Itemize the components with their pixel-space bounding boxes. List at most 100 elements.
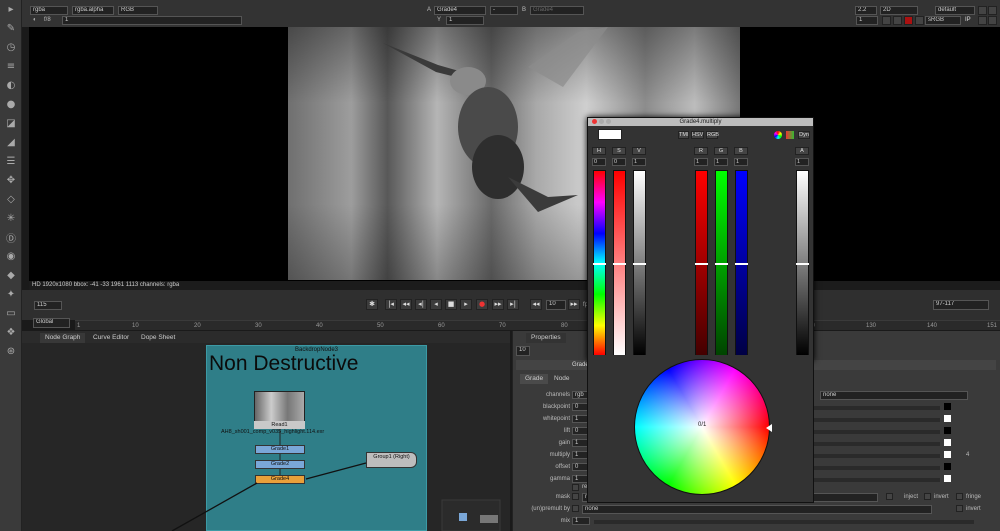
- value-slider[interactable]: [633, 170, 646, 356]
- r-chip[interactable]: R: [694, 147, 708, 155]
- other-icon[interactable]: ▭: [0, 304, 22, 323]
- v-value[interactable]: 1: [632, 158, 646, 166]
- step-back-icon[interactable]: ◂|: [415, 299, 427, 310]
- lut-srgb-dropdown[interactable]: sRGB: [925, 16, 961, 25]
- play-back-icon[interactable]: ◂: [430, 299, 442, 310]
- global-dropdown[interactable]: Global: [33, 318, 70, 328]
- v-chip[interactable]: V: [632, 147, 646, 155]
- layers-icon[interactable]: ☰: [0, 152, 22, 171]
- merge-icon[interactable]: ◐: [0, 76, 22, 95]
- r-value[interactable]: 1: [694, 158, 708, 166]
- record-icon[interactable]: [904, 16, 913, 25]
- wheel-toggle-icon[interactable]: [774, 131, 782, 139]
- mode-tmi[interactable]: TMI: [678, 131, 689, 139]
- wheel-marker-icon[interactable]: [766, 424, 772, 432]
- first-frame-icon[interactable]: |◂: [385, 299, 397, 310]
- invert-checkbox[interactable]: [924, 493, 931, 500]
- particles-icon[interactable]: ✳: [0, 209, 22, 228]
- tab-dope-sheet[interactable]: Dope Sheet: [136, 333, 180, 343]
- pointer-icon[interactable]: ▸: [0, 0, 22, 19]
- settings-icon[interactable]: ✱: [366, 299, 378, 310]
- a-value[interactable]: 1: [795, 158, 809, 166]
- red-slider[interactable]: [695, 170, 708, 356]
- range-field[interactable]: 97-117: [933, 300, 989, 310]
- channels-value[interactable]: rgb: [572, 391, 588, 399]
- gain-field[interactable]: 1: [62, 16, 242, 25]
- prev-keyframe-icon[interactable]: ◂◂: [400, 299, 412, 310]
- clock-icon[interactable]: ◷: [0, 38, 22, 57]
- play-icon[interactable]: ▸: [460, 299, 472, 310]
- reverse-checkbox[interactable]: [572, 484, 579, 491]
- next-keyframe-icon[interactable]: ▸▸: [492, 299, 504, 310]
- frame-field[interactable]: 115: [34, 301, 62, 310]
- metadata-icon[interactable]: ◆: [0, 266, 22, 285]
- gamma-field[interactable]: 1: [446, 16, 484, 25]
- s-chip[interactable]: S: [612, 147, 626, 155]
- gamma-readout-field[interactable]: 2.2: [855, 6, 877, 15]
- timeline-ruler[interactable]: 1 10 20 30 40 50 60 70 80 90 100 110 120…: [75, 320, 1000, 330]
- tab-grade[interactable]: Grade: [520, 374, 549, 384]
- paint-icon[interactable]: ✎: [0, 19, 22, 38]
- invert2-checkbox[interactable]: [956, 505, 963, 512]
- gamma-swatch[interactable]: [944, 475, 951, 482]
- input-b-dropdown[interactable]: Grade4: [530, 6, 584, 15]
- offset-swatch[interactable]: [944, 463, 951, 470]
- channel-set-dropdown[interactable]: rgba: [30, 6, 68, 15]
- filter-icon[interactable]: ◪: [0, 114, 22, 133]
- fringe-checkbox[interactable]: [956, 493, 963, 500]
- tab-properties[interactable]: Properties: [526, 333, 566, 343]
- blue-slider[interactable]: [735, 170, 748, 356]
- gain-swatch[interactable]: [944, 439, 951, 446]
- multiply-swatch[interactable]: [944, 451, 951, 458]
- ip-toggle[interactable]: IP: [965, 17, 971, 23]
- g-chip[interactable]: G: [714, 147, 728, 155]
- h-value[interactable]: 0: [592, 158, 606, 166]
- s-value[interactable]: 0: [612, 158, 626, 166]
- nuke-icon[interactable]: ⊛: [0, 342, 22, 361]
- furnace-icon[interactable]: ❖: [0, 323, 22, 342]
- color-icon[interactable]: ●: [0, 95, 22, 114]
- jump-back-icon[interactable]: ◂◂: [530, 299, 542, 310]
- green-slider[interactable]: [715, 170, 728, 356]
- camera-icon[interactable]: [988, 6, 997, 15]
- toolsets-icon[interactable]: ✦: [0, 285, 22, 304]
- unpremult-dropdown[interactable]: none: [582, 505, 932, 514]
- deep-icon[interactable]: Ⓓ: [0, 228, 22, 247]
- tab-curve-editor[interactable]: Curve Editor: [88, 333, 134, 343]
- inject-checkbox[interactable]: [886, 493, 893, 500]
- view-mode-dropdown[interactable]: 2D: [880, 6, 918, 15]
- clip-icon[interactable]: [893, 16, 902, 25]
- lut-default-dropdown[interactable]: default: [935, 6, 975, 15]
- unpremult-checkbox[interactable]: [572, 505, 579, 512]
- wipe-icon[interactable]: [978, 16, 987, 25]
- list-icon[interactable]: ≡: [0, 57, 22, 76]
- increment-field[interactable]: 10: [546, 300, 566, 310]
- views-icon[interactable]: ◉: [0, 247, 22, 266]
- b-chip[interactable]: B: [734, 147, 748, 155]
- record-button-icon[interactable]: ●: [476, 299, 488, 310]
- mix-value[interactable]: 1: [572, 517, 590, 525]
- jump-forward-icon[interactable]: ▸▸: [568, 299, 580, 310]
- saturation-slider[interactable]: [613, 170, 626, 356]
- alpha-channel-dropdown[interactable]: rgba.alpha: [72, 6, 114, 15]
- input-a-dropdown[interactable]: Grade4: [434, 6, 486, 15]
- transform-icon[interactable]: ✥: [0, 171, 22, 190]
- last-frame-icon[interactable]: ▸|: [507, 299, 519, 310]
- keyer-icon[interactable]: ◢: [0, 133, 22, 152]
- hue-slider[interactable]: [593, 170, 606, 356]
- input-a-mode-dropdown[interactable]: -: [490, 6, 518, 15]
- tab-node-graph[interactable]: Node Graph: [40, 333, 86, 343]
- current-color-swatch[interactable]: [598, 129, 622, 140]
- b-value[interactable]: 1: [734, 158, 748, 166]
- mix-slider[interactable]: [594, 520, 974, 524]
- mode-rgb[interactable]: RGB: [706, 131, 719, 139]
- lift-swatch[interactable]: [944, 427, 951, 434]
- lock-icon[interactable]: [978, 6, 987, 15]
- tab-node[interactable]: Node: [549, 374, 575, 384]
- zoom-field[interactable]: 1: [856, 16, 878, 25]
- swatches-toggle-icon[interactable]: [786, 131, 794, 139]
- dyn-toggle[interactable]: Dyn: [798, 131, 810, 139]
- mode-hsv[interactable]: HSV: [691, 131, 704, 139]
- panel-count-field[interactable]: 10: [516, 346, 530, 356]
- h-chip[interactable]: H: [592, 147, 606, 155]
